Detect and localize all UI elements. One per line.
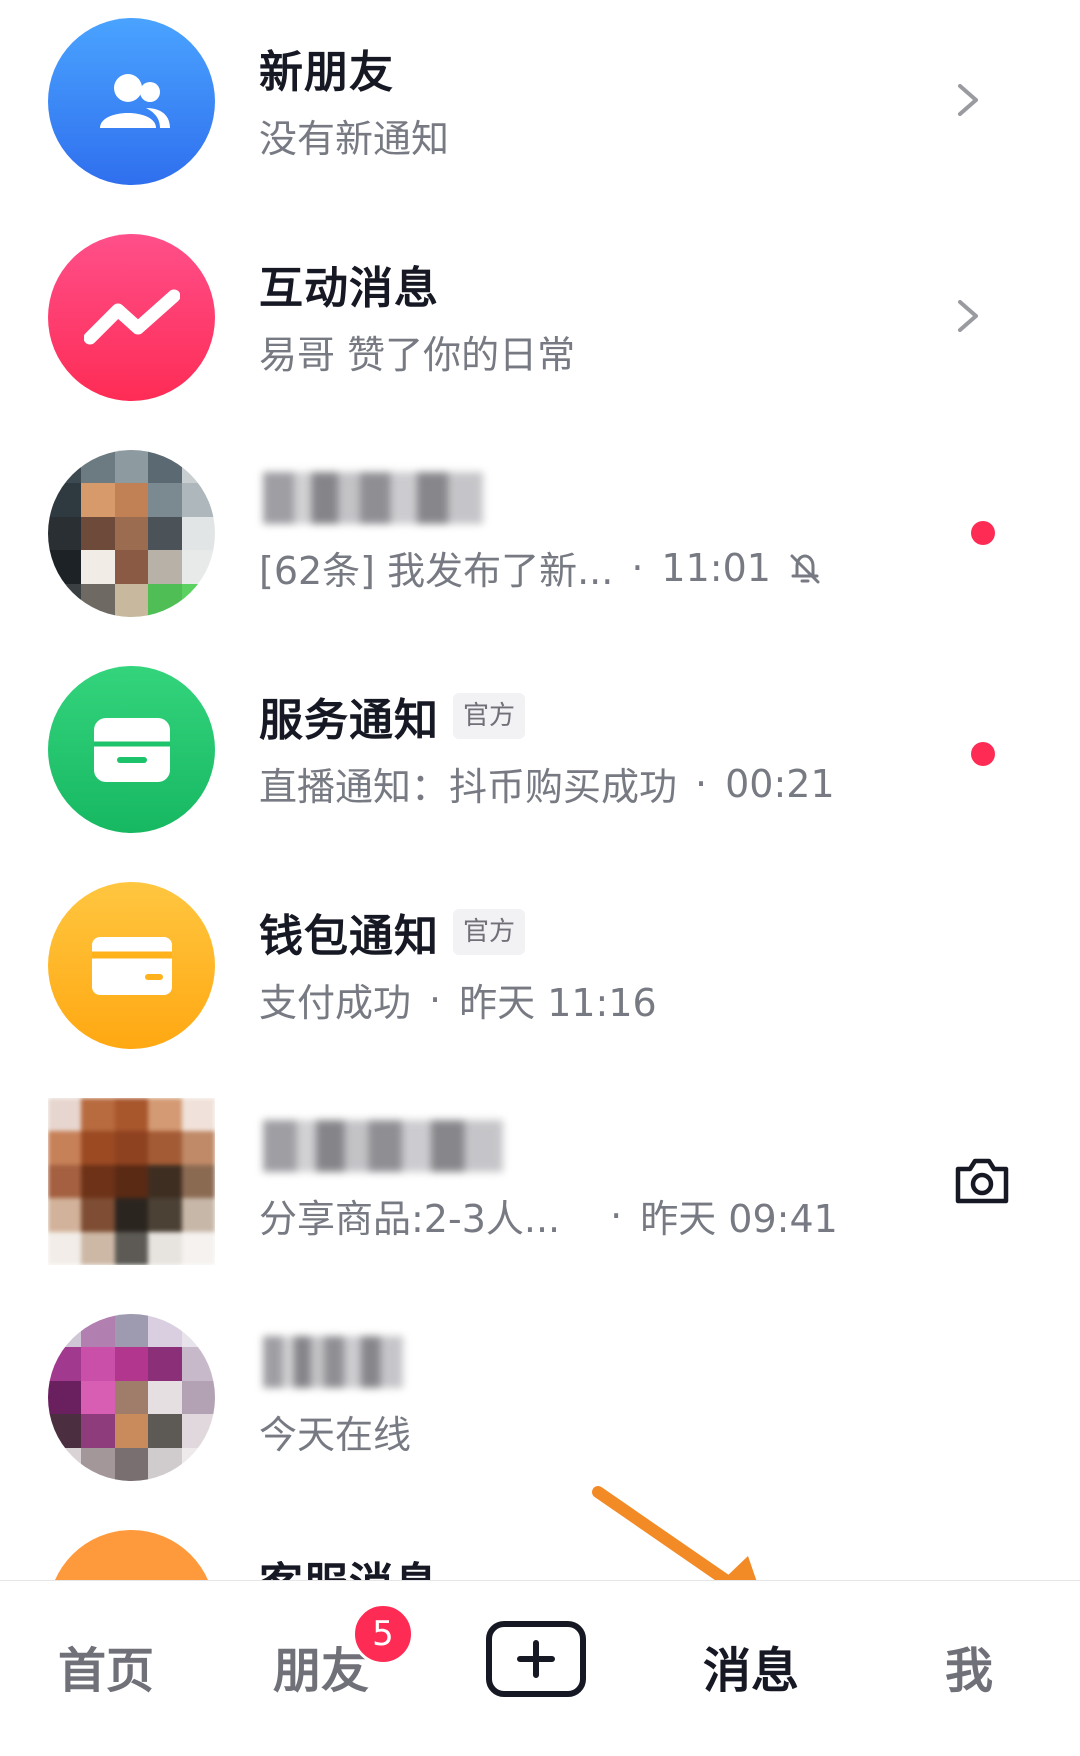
row-title: 客服消息	[259, 1548, 439, 1580]
avatar	[48, 450, 215, 617]
customer-service-avatar	[48, 1530, 215, 1580]
separator-dot: ·	[610, 1193, 623, 1238]
tab-me[interactable]: 我	[945, 1631, 993, 1701]
blurred-contact-name	[263, 1120, 503, 1172]
create-button[interactable]	[486, 1621, 586, 1697]
row-title: 钱包通知	[259, 911, 439, 962]
blurred-avatar-image	[48, 450, 215, 617]
blurred-avatar-image	[48, 1098, 215, 1265]
list-item-wallet-notifications[interactable]: 钱包通知 官方 支付成功 · 昨天 11:16	[0, 864, 1080, 1080]
separator-dot: ·	[429, 977, 442, 1022]
blurred-avatar-image	[48, 1314, 215, 1481]
friends-badge: 5	[352, 1603, 414, 1665]
card-icon	[91, 936, 172, 995]
new-friends-avatar	[48, 18, 215, 185]
tab-home[interactable]: 首页	[58, 1631, 154, 1701]
message-list: 新朋友 没有新通知 互动消息 易哥 赞了你的日常 [62条] 我发布了新... …	[0, 0, 1080, 1580]
bell-muted-icon	[790, 554, 820, 583]
chevron-right-icon	[958, 84, 978, 116]
wallet-avatar	[48, 882, 215, 1049]
list-item-new-friends[interactable]: 新朋友 没有新通知	[0, 0, 1080, 216]
row-subtitle: [62条] 我发布了新...	[259, 549, 614, 593]
list-item-customer-service[interactable]: 客服消息	[0, 1512, 1080, 1580]
separator-dot: ·	[631, 545, 644, 590]
official-tag: 官方	[453, 693, 526, 739]
inbox-icon	[93, 717, 170, 782]
avatar	[48, 1098, 215, 1265]
camera-icon[interactable]	[952, 1155, 1012, 1207]
service-avatar	[48, 666, 215, 833]
chevron-right-icon	[958, 300, 978, 332]
official-tag: 官方	[453, 909, 526, 955]
row-title: 互动消息	[259, 263, 439, 314]
tab-messages[interactable]: 消息	[703, 1631, 799, 1701]
unread-dot	[971, 521, 995, 545]
separator-dot: ·	[695, 761, 708, 806]
row-time: 昨天 11:16	[459, 981, 657, 1025]
list-item-contact-share[interactable]: 分享商品:2-3人... · 昨天 09:41	[0, 1080, 1080, 1296]
people-icon	[99, 73, 170, 128]
blurred-contact-name	[263, 1336, 403, 1388]
list-item-contact-online[interactable]: 今天在线	[0, 1296, 1080, 1512]
blurred-contact-name	[263, 472, 483, 524]
bottom-tab-bar: 首页 朋友 5 消息 我	[0, 1580, 1080, 1756]
plus-icon	[517, 1640, 555, 1678]
row-time: 00:21	[725, 761, 835, 806]
row-time: 昨天 09:41	[640, 1197, 838, 1241]
row-subtitle: 支付成功	[259, 981, 412, 1025]
zigzag-icon	[83, 289, 180, 344]
row-subtitle: 易哥 赞了你的日常	[259, 333, 576, 377]
row-subtitle: 没有新通知	[259, 117, 450, 161]
unread-dot	[971, 742, 995, 766]
row-time: 11:01	[661, 545, 771, 590]
list-item-group-chat[interactable]: [62条] 我发布了新... · 11:01	[0, 432, 1080, 648]
list-item-interactions[interactable]: 互动消息 易哥 赞了你的日常	[0, 216, 1080, 432]
avatar	[48, 1314, 215, 1481]
row-title: 服务通知	[259, 695, 439, 746]
row-title: 新朋友	[259, 47, 394, 98]
interactions-avatar	[48, 234, 215, 401]
row-subtitle: 分享商品:2-3人...	[259, 1197, 561, 1241]
row-subtitle: 直播通知：抖币购买成功	[259, 765, 678, 809]
row-subtitle: 今天在线	[259, 1413, 412, 1457]
list-item-service-notifications[interactable]: 服务通知 官方 直播通知：抖币购买成功 · 00:21	[0, 648, 1080, 864]
